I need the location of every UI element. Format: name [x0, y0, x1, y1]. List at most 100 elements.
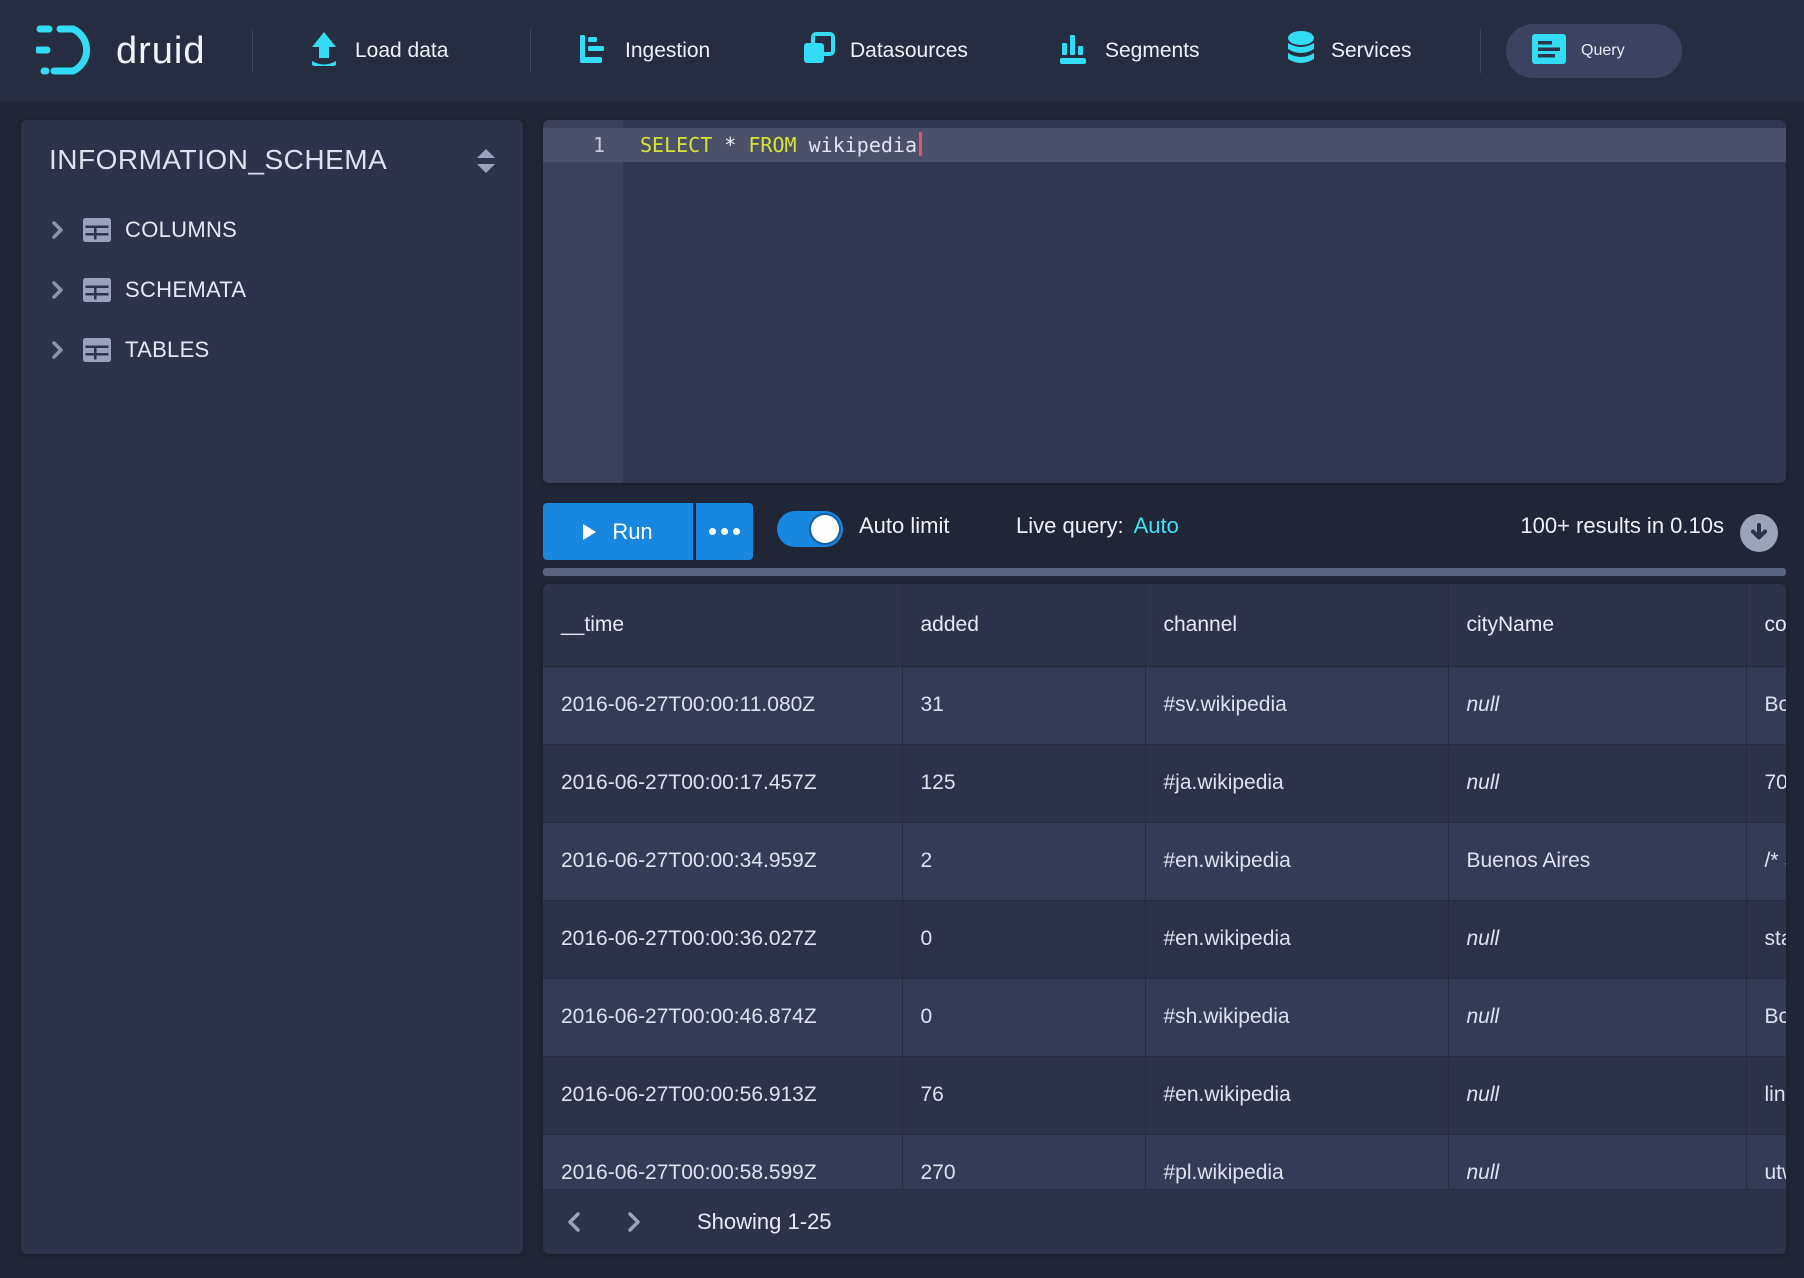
cell-comment[interactable]: /* S: [1746, 822, 1786, 900]
cell-cityName[interactable]: null: [1448, 1056, 1746, 1134]
nav-divider: [530, 29, 531, 73]
column-header-comment[interactable]: comment: [1746, 584, 1786, 666]
datasources-icon: [802, 32, 835, 70]
table-row: 2016-06-27T00:00:46.874Z0#sh.wikipedianu…: [543, 978, 1786, 1056]
sidebar-item-schemata[interactable]: SCHEMATA: [21, 260, 523, 320]
nav-item-datasources[interactable]: Datasources: [802, 0, 968, 102]
sql-table-name: wikipedia: [809, 133, 917, 157]
cell-comment[interactable]: Bot: [1746, 666, 1786, 744]
nav-item-label: Ingestion: [625, 39, 710, 63]
sidebar-item-columns[interactable]: COLUMNS: [21, 200, 523, 260]
sql-keyword: SELECT: [640, 133, 712, 157]
sidebar-item-label: COLUMNS: [125, 217, 237, 243]
sidebar-item-label: TABLES: [125, 337, 210, 363]
nav-item-load-data[interactable]: Load data: [308, 0, 448, 102]
cell-comment[interactable]: Bot: [1746, 978, 1786, 1056]
cell-__time[interactable]: 2016-06-27T00:00:34.959Z: [543, 822, 902, 900]
chevron-right-icon[interactable]: [51, 340, 69, 360]
nav-item-label: Datasources: [850, 39, 968, 63]
sql-editor[interactable]: 1 SELECT * FROM wikipedia: [543, 120, 1786, 483]
nav-divider: [1480, 29, 1481, 73]
live-query-label: Live query:: [1016, 513, 1124, 539]
cell-__time[interactable]: 2016-06-27T00:00:56.913Z: [543, 1056, 902, 1134]
cell-cityName[interactable]: Buenos Aires: [1448, 822, 1746, 900]
table-row: 2016-06-27T00:00:36.027Z0#en.wikipedianu…: [543, 900, 1786, 978]
cell-added[interactable]: 125: [902, 744, 1145, 822]
column-header-channel[interactable]: channel: [1145, 584, 1448, 666]
table-grid-icon: [83, 338, 111, 362]
live-query-value[interactable]: Auto: [1134, 513, 1179, 539]
cell-__time[interactable]: 2016-06-27T00:00:36.027Z: [543, 900, 902, 978]
cell-cityName[interactable]: null: [1448, 900, 1746, 978]
text-cursor: [919, 132, 922, 156]
cell-cityName[interactable]: null: [1448, 666, 1746, 744]
druid-logo-icon: [36, 20, 104, 83]
schema-select-caret-icon[interactable]: [475, 148, 497, 174]
download-results-button[interactable]: [1740, 514, 1778, 552]
sidebar-item-tables[interactable]: TABLES: [21, 320, 523, 380]
nav-item-services[interactable]: Services: [1286, 0, 1412, 102]
table-row: 2016-06-27T00:00:34.959Z2#en.wikipediaBu…: [543, 822, 1786, 900]
column-header-cityName[interactable]: cityName: [1448, 584, 1746, 666]
toggle-knob: [811, 515, 839, 543]
query-run-bar: Run Auto limit Live query: Auto 100+ res…: [543, 483, 1786, 568]
cell-channel[interactable]: #en.wikipedia: [1145, 822, 1448, 900]
ingestion-icon: [578, 33, 610, 70]
sql-code-line: SELECT * FROM wikipedia: [640, 128, 922, 162]
panel-resize-handle[interactable]: [543, 568, 1786, 576]
cell-channel[interactable]: #ja.wikipedia: [1145, 744, 1448, 822]
sidebar-item-label: SCHEMATA: [125, 277, 246, 303]
download-icon: [1748, 522, 1770, 544]
brand-name: druid: [116, 30, 206, 73]
editor-line-number: 1: [543, 128, 605, 162]
nav-item-label: Load data: [355, 39, 448, 63]
cell-cityName[interactable]: null: [1448, 978, 1746, 1056]
cell-channel[interactable]: #sv.wikipedia: [1145, 666, 1448, 744]
cell-comment[interactable]: link: [1746, 1056, 1786, 1134]
sql-keyword: FROM: [748, 133, 796, 157]
cell-comment[interactable]: 70.1: [1746, 744, 1786, 822]
chevron-right-icon[interactable]: [51, 220, 69, 240]
cell-added[interactable]: 76: [902, 1056, 1145, 1134]
nav-item-label: Services: [1331, 39, 1412, 63]
run-button-label: Run: [612, 519, 652, 545]
next-page-button[interactable]: [617, 1202, 651, 1242]
cell-channel[interactable]: #en.wikipedia: [1145, 1056, 1448, 1134]
druid-logo[interactable]: druid: [36, 0, 206, 102]
table-grid-icon: [83, 218, 111, 242]
services-icon: [1286, 31, 1316, 72]
nav-divider: [252, 29, 253, 73]
cell-added[interactable]: 31: [902, 666, 1145, 744]
nav-item-ingestion[interactable]: Ingestion: [578, 0, 710, 102]
nav-item-label: Query: [1581, 42, 1625, 60]
results-table: __timeaddedchannelcityNamecomment 2016-0…: [543, 584, 1786, 1213]
auto-limit-toggle[interactable]: [777, 511, 843, 547]
sql-star: *: [724, 133, 736, 157]
schema-selector: INFORMATION_SCHEMA: [21, 120, 523, 200]
cell-added[interactable]: 0: [902, 900, 1145, 978]
query-icon: [1532, 34, 1566, 69]
run-more-options-button[interactable]: [696, 503, 753, 560]
schema-explorer-panel: INFORMATION_SCHEMA COLUMNS SCHEMATA TABLES: [21, 120, 523, 1254]
top-navigation: druid Load data Ingestion: [0, 0, 1804, 102]
cell-__time[interactable]: 2016-06-27T00:00:46.874Z: [543, 978, 902, 1056]
table-header-row: __timeaddedchannelcityNamecomment: [543, 584, 1786, 666]
results-info: 100+ results in 0.10s: [1520, 483, 1724, 568]
cell-added[interactable]: 0: [902, 978, 1145, 1056]
nav-item-segments[interactable]: Segments: [1058, 0, 1200, 102]
cell-channel[interactable]: #en.wikipedia: [1145, 900, 1448, 978]
cell-channel[interactable]: #sh.wikipedia: [1145, 978, 1448, 1056]
previous-page-button[interactable]: [557, 1202, 591, 1242]
chevron-right-icon[interactable]: [51, 280, 69, 300]
column-header-__time[interactable]: __time: [543, 584, 902, 666]
cell-cityName[interactable]: null: [1448, 744, 1746, 822]
cell-__time[interactable]: 2016-06-27T00:00:11.080Z: [543, 666, 902, 744]
column-header-added[interactable]: added: [902, 584, 1145, 666]
run-button[interactable]: Run: [543, 503, 693, 560]
cell-added[interactable]: 2: [902, 822, 1145, 900]
nav-item-query-active[interactable]: Query: [1506, 24, 1682, 78]
editor-gutter: [543, 120, 623, 483]
cell-comment[interactable]: stat: [1746, 900, 1786, 978]
showing-range-label: Showing 1-25: [697, 1209, 832, 1235]
cell-__time[interactable]: 2016-06-27T00:00:17.457Z: [543, 744, 902, 822]
